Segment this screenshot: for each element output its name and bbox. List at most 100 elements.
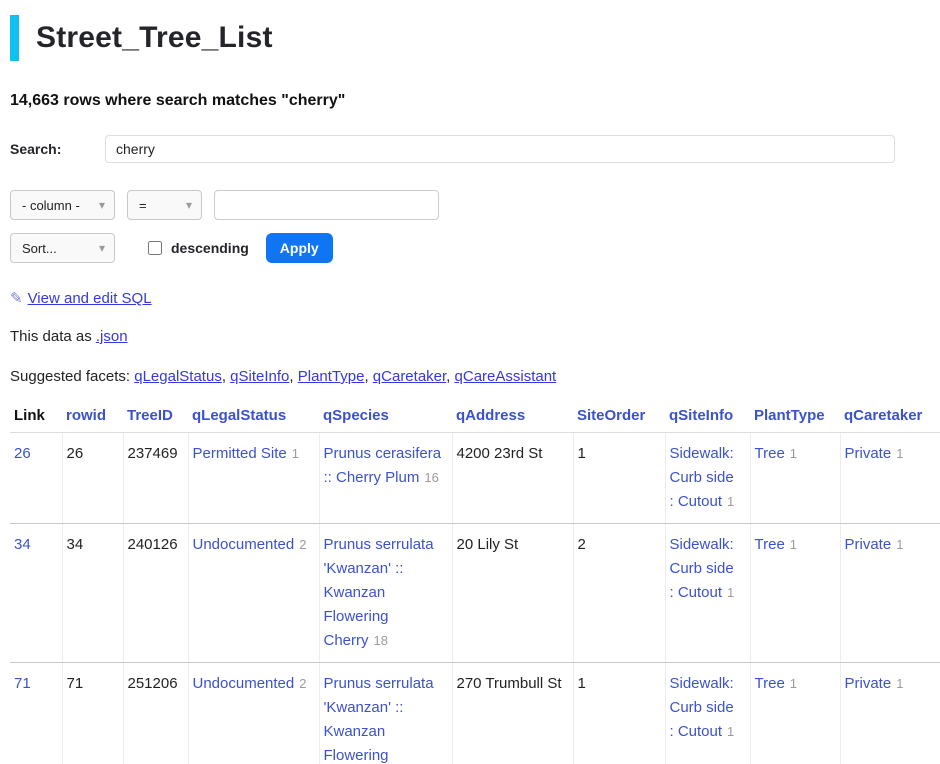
legal-status-link[interactable]: Undocumented xyxy=(193,675,295,692)
results-table: Link rowid TreeID qLegalStatus qSpecies … xyxy=(10,403,940,764)
descending-label: descending xyxy=(171,240,249,256)
cell-planttype: Tree1 xyxy=(750,433,840,524)
sort-qcaretaker-link[interactable]: qCaretaker xyxy=(844,407,922,424)
facet-link-qlegalstatus[interactable]: qLegalStatus xyxy=(134,368,222,385)
column-header-siteorder: SiteOrder xyxy=(573,403,665,433)
column-header-qaddress: qAddress xyxy=(452,403,573,433)
sort-qsiteinfo-link[interactable]: qSiteInfo xyxy=(669,407,733,424)
cell-treeid: 237469 xyxy=(123,433,188,524)
plant-type-link[interactable]: Tree xyxy=(755,445,785,462)
cell-link: 71 xyxy=(10,663,62,764)
sort-select[interactable]: Sort... ▾ xyxy=(10,233,115,263)
row-count-summary: 14,663 rows where search matches "cherry… xyxy=(10,92,940,110)
facet-count: 1 xyxy=(292,446,299,461)
cell-treeid: 240126 xyxy=(123,524,188,663)
cell-rowid: 34 xyxy=(62,524,123,663)
cell-qaddress: 20 Lily St xyxy=(452,524,573,663)
row-detail-link[interactable]: 34 xyxy=(14,536,31,553)
site-info-link[interactable]: Sidewalk: Curb side : Cutout xyxy=(670,675,734,740)
descending-checkbox[interactable] xyxy=(148,241,162,255)
column-select[interactable]: - column - ▾ xyxy=(10,190,115,220)
cell-qlegalstatus: Undocumented 2 xyxy=(188,524,319,663)
facet-count: 1 xyxy=(896,446,903,461)
facet-separator: , xyxy=(364,368,372,385)
cell-planttype: Tree 1 xyxy=(750,524,840,663)
facet-count: 2 xyxy=(299,537,306,552)
page: Street_Tree_List 14,663 rows where searc… xyxy=(0,15,940,764)
chevron-down-icon: ▾ xyxy=(186,198,192,212)
caretaker-link[interactable]: Private xyxy=(845,536,892,553)
sort-qspecies-link[interactable]: qSpecies xyxy=(323,407,389,424)
cell-qspecies: Prunus cerasifera :: Cherry Plum16 xyxy=(319,433,452,524)
sort-form: Sort... ▾ descending Apply xyxy=(10,233,940,263)
facet-link-planttype[interactable]: PlantType xyxy=(298,368,365,385)
column-header-qcaretaker: qCaretaker xyxy=(840,403,940,433)
caretaker-link[interactable]: Private xyxy=(845,675,892,692)
sort-treeid-link[interactable]: TreeID xyxy=(127,407,173,424)
plant-type-link[interactable]: Tree xyxy=(755,675,785,692)
facets-prefix: Suggested facets: xyxy=(10,368,134,385)
apply-button[interactable]: Apply xyxy=(266,233,333,263)
cell-rowid: 71 xyxy=(62,663,123,764)
operator-select-value: = xyxy=(139,198,147,213)
cell-qlegalstatus: Permitted Site 1 xyxy=(188,433,319,524)
site-info-link[interactable]: Sidewalk: Curb side : Cutout xyxy=(670,445,734,510)
column-header-qlegalstatus: qLegalStatus xyxy=(188,403,319,433)
sort-qlegalstatus-link[interactable]: qLegalStatus xyxy=(192,407,286,424)
cell-treeid: 251206 xyxy=(123,663,188,764)
sort-select-value: Sort... xyxy=(22,241,57,256)
legal-status-link[interactable]: Undocumented xyxy=(193,536,295,553)
plant-type-link[interactable]: Tree xyxy=(755,536,785,553)
facet-separator: , xyxy=(222,368,230,385)
table-header-row: Link rowid TreeID qLegalStatus qSpecies … xyxy=(10,403,940,433)
cell-link: 34 xyxy=(10,524,62,663)
caretaker-link[interactable]: Private xyxy=(845,445,892,462)
facet-link-qcareassistant[interactable]: qCareAssistant xyxy=(455,368,557,385)
row-detail-link[interactable]: 26 xyxy=(14,445,31,462)
cell-qspecies: Prunus serrulata 'Kwanzan' :: Kwanzan Fl… xyxy=(319,663,452,764)
facet-separator: , xyxy=(289,368,297,385)
cell-qspecies: Prunus serrulata 'Kwanzan' :: Kwanzan Fl… xyxy=(319,524,452,663)
facet-count: 1 xyxy=(896,676,903,691)
filter-form: - column - ▾ = ▾ xyxy=(10,190,940,220)
sort-qaddress-link[interactable]: qAddress xyxy=(456,407,525,424)
facet-count: 18 xyxy=(374,633,388,648)
column-header-link: Link xyxy=(10,403,62,433)
cell-qaddress: 4200 23rd St xyxy=(452,433,573,524)
sort-rowid-link[interactable]: rowid xyxy=(66,407,106,424)
operator-select[interactable]: = ▾ xyxy=(127,190,202,220)
sort-planttype-link[interactable]: PlantType xyxy=(754,407,825,424)
cell-qcaretaker: Private 1 xyxy=(840,524,940,663)
facet-count: 1 xyxy=(896,537,903,552)
facet-separator: , xyxy=(446,368,454,385)
cell-qsiteinfo: Sidewalk: Curb side : Cutout1 xyxy=(665,663,750,764)
row-detail-link[interactable]: 71 xyxy=(14,675,31,692)
view-edit-sql-link[interactable]: View and edit SQL xyxy=(28,290,152,307)
table-row: 34 34 240126 Undocumented 2 Prunus serrul… xyxy=(10,524,940,663)
legal-status-link[interactable]: Permitted Site xyxy=(193,445,287,462)
cell-qsiteinfo: Sidewalk: Curb side : Cutout1 xyxy=(665,433,750,524)
cell-qsiteinfo: Sidewalk: Curb side : Cutout1 xyxy=(665,524,750,663)
facet-link-qsiteinfo[interactable]: qSiteInfo xyxy=(230,368,289,385)
column-header-qspecies: qSpecies xyxy=(319,403,452,433)
chevron-down-icon: ▾ xyxy=(99,198,105,212)
search-input[interactable] xyxy=(105,135,895,163)
column-header-treeid: TreeID xyxy=(123,403,188,433)
cell-qlegalstatus: Undocumented2 xyxy=(188,663,319,764)
filter-value-input[interactable] xyxy=(214,190,439,220)
search-form: Search: xyxy=(10,135,940,163)
page-title: Street_Tree_List xyxy=(10,15,940,61)
facet-count: 1 xyxy=(727,724,734,739)
json-export-link[interactable]: .json xyxy=(96,328,128,345)
column-header-planttype: PlantType xyxy=(750,403,840,433)
species-link[interactable]: Prunus serrulata 'Kwanzan' :: Kwanzan Fl… xyxy=(324,675,434,764)
sort-siteorder-link[interactable]: SiteOrder xyxy=(577,407,645,424)
facet-count: 1 xyxy=(790,537,797,552)
cell-qaddress: 270 Trumbull St xyxy=(452,663,573,764)
facet-count: 16 xyxy=(424,470,438,485)
cell-qcaretaker: Private 1 xyxy=(840,663,940,764)
site-info-link[interactable]: Sidewalk: Curb side : Cutout xyxy=(670,536,734,601)
sql-link-row: ✎View and edit SQL xyxy=(10,289,940,307)
search-label: Search: xyxy=(10,141,105,157)
facet-link-qcaretaker[interactable]: qCaretaker xyxy=(373,368,446,385)
